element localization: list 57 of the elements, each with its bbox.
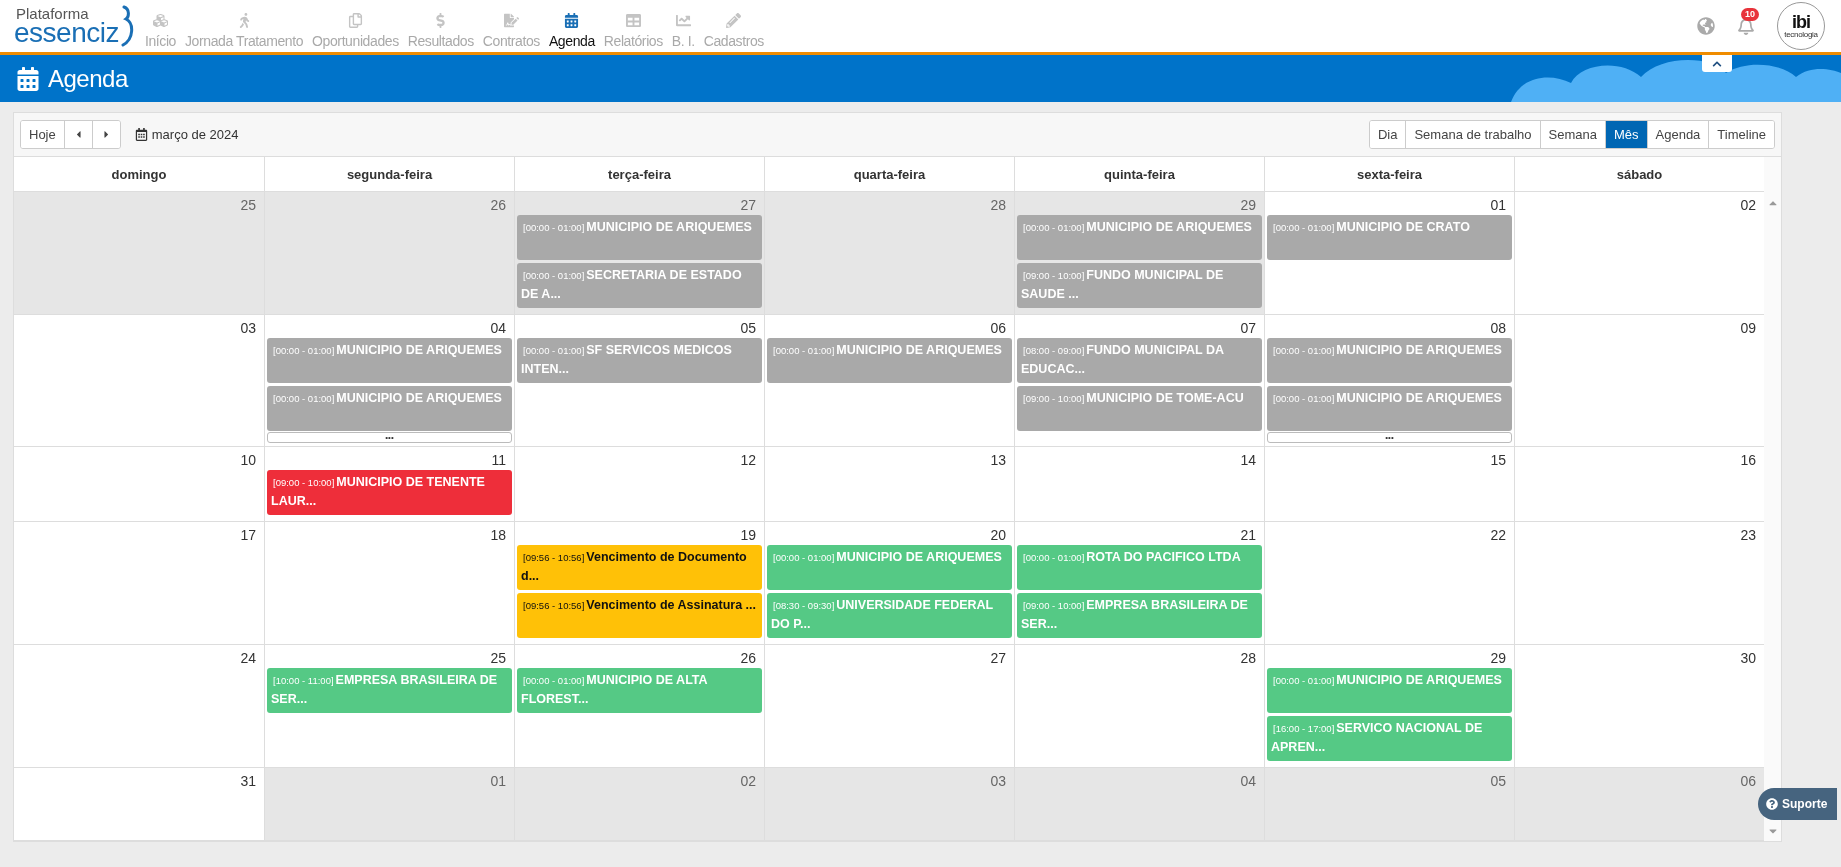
day-number[interactable]: 02 [734, 768, 762, 791]
more-events-button[interactable]: ••• [267, 432, 512, 443]
day-number[interactable]: 31 [234, 768, 262, 791]
day-number[interactable]: 06 [984, 315, 1012, 338]
day-number[interactable]: 29 [1234, 192, 1262, 215]
calendar-event[interactable]: [09:00 - 10:00] MUNICIPIO DE TENENTE LAUR... [267, 470, 512, 515]
day-number[interactable]: 27 [734, 192, 762, 215]
day-number[interactable]: 26 [734, 645, 762, 668]
support-button[interactable]: Suporte [1758, 788, 1838, 820]
day-number[interactable]: 24 [234, 645, 262, 668]
day-number[interactable]: 01 [1484, 192, 1512, 215]
day-number[interactable]: 23 [1734, 522, 1762, 545]
day-number[interactable]: 15 [1484, 447, 1512, 470]
day-number[interactable]: 03 [984, 768, 1012, 791]
profile-avatar[interactable]: ibi tecnologia [1777, 2, 1825, 50]
day-number[interactable]: 08 [1484, 315, 1512, 338]
logo-tagline: Plataforma [16, 5, 90, 21]
logo-wordmark: essenciz [14, 18, 119, 47]
day-number[interactable]: 25 [484, 645, 512, 668]
notification-badge: 10 [1741, 8, 1759, 21]
day-number[interactable]: 01 [484, 768, 512, 791]
calendar-event[interactable]: [09:56 - 10:56] Vencimento de Assinatura ... [517, 593, 762, 638]
day-number[interactable]: 16 [1734, 447, 1762, 470]
day-number[interactable]: 09 [1734, 315, 1762, 338]
day-number[interactable]: 25 [234, 192, 262, 215]
day-number[interactable]: 22 [1484, 522, 1512, 545]
day-number[interactable]: 21 [1234, 522, 1262, 545]
day-number[interactable]: 28 [1234, 645, 1262, 668]
page-title: Agenda [48, 64, 128, 93]
day-number[interactable]: 03 [234, 315, 262, 338]
day-number[interactable]: 05 [734, 315, 762, 338]
nav-item[interactable]: Agenda [548, 13, 595, 49]
day-number[interactable]: 17 [234, 522, 262, 545]
day-number[interactable]: 04 [1234, 768, 1262, 791]
day-number[interactable]: 29 [1484, 645, 1512, 668]
day-number[interactable]: 06 [1734, 768, 1762, 791]
day-number[interactable]: 02 [1734, 192, 1762, 215]
day-number[interactable]: 12 [734, 447, 762, 470]
day-number[interactable]: 11 [485, 447, 512, 470]
day-number[interactable]: 26 [484, 192, 512, 215]
day-number[interactable]: 30 [1734, 645, 1762, 668]
day-number[interactable]: 05 [1484, 768, 1512, 791]
view-tab[interactable]: Mês [1604, 121, 1647, 148]
day-number[interactable]: 10 [234, 447, 262, 470]
view-tab[interactable]: Timeline [1708, 121, 1774, 148]
day-number[interactable]: 20 [984, 522, 1012, 545]
day-number[interactable]: 13 [984, 447, 1012, 470]
current-month[interactable]: março de 2024 [151, 127, 239, 142]
day-number[interactable]: 07 [1234, 315, 1262, 338]
day-number[interactable]: 27 [984, 645, 1012, 668]
more-events-button[interactable]: ••• [1267, 432, 1512, 443]
day-number[interactable]: 14 [1234, 447, 1262, 470]
day-number[interactable]: 28 [984, 192, 1012, 215]
day-number[interactable]: 18 [484, 522, 512, 545]
day-number[interactable]: 04 [484, 315, 512, 338]
calendar-event[interactable]: [09:56 - 10:56] Vencimento de Documento d... [517, 545, 762, 590]
day-number[interactable]: 19 [734, 522, 762, 545]
